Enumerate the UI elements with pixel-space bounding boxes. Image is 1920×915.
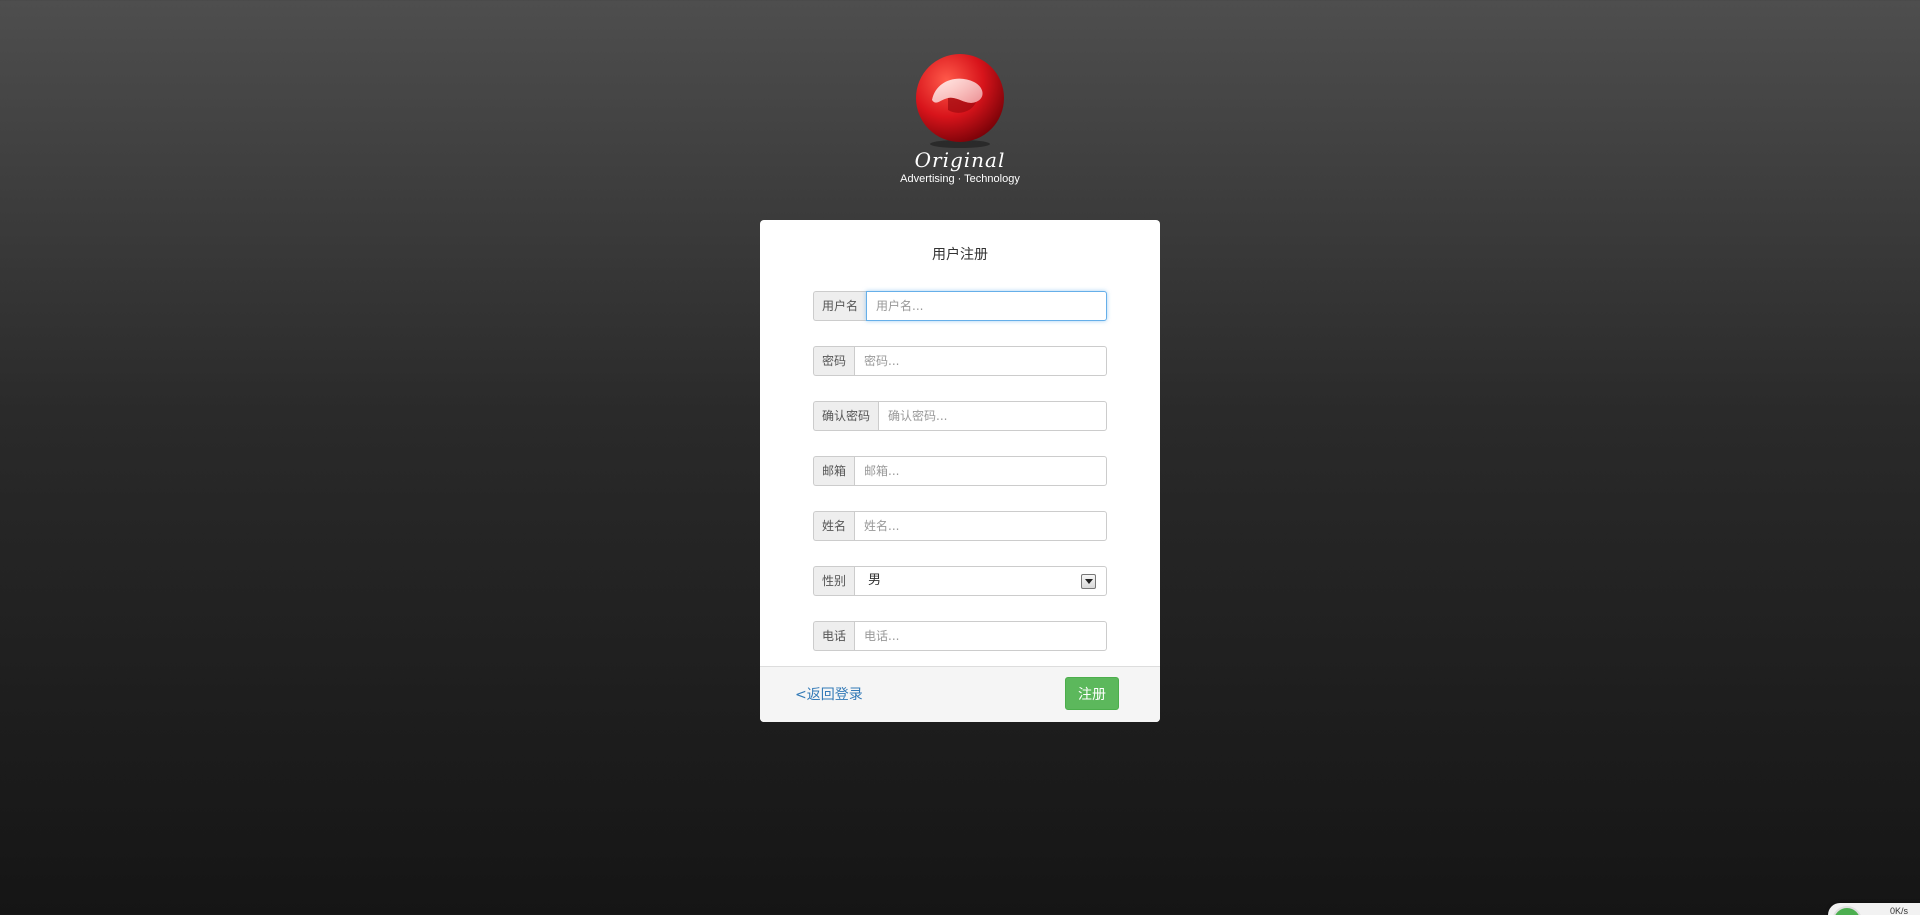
brand-name: Original [914,148,1006,172]
name-group: 姓名 [813,511,1107,541]
register-card: 用户注册 用户名 密码 确认密码 邮箱 姓名 性别 男 电话 <返回登录 注册 [760,220,1160,722]
form-footer: <返回登录 注册 [760,666,1160,722]
gender-label: 性别 [813,566,855,596]
phone-input[interactable] [854,621,1107,651]
confirm-password-label: 确认密码 [813,401,879,431]
phone-label: 电话 [813,621,855,651]
brand-tagline: Advertising · Technology [900,173,1020,185]
password-label: 密码 [813,346,855,376]
email-group: 邮箱 [813,456,1107,486]
username-label: 用户名 [813,291,867,321]
password-group: 密码 [813,346,1107,376]
chevron-down-icon[interactable] [1081,574,1096,589]
gender-selected-value: 男 [868,573,882,588]
register-button[interactable]: 注册 [1065,677,1119,710]
brand-mark-icon [916,54,1004,148]
confirm-password-input[interactable] [878,401,1107,431]
name-label: 姓名 [813,511,855,541]
email-input[interactable] [854,456,1107,486]
form-title: 用户注册 [932,247,988,263]
gender-select[interactable]: 男 [854,566,1107,596]
confirm-password-group: 确认密码 [813,401,1107,431]
network-speed-widget[interactable]: 0K/s [1828,903,1920,915]
brand-logo: Original Advertising · Technology [890,52,1030,198]
gender-group: 性别 男 [813,566,1107,596]
speed-gauge-icon [1832,906,1862,915]
back-to-login-link[interactable]: <返回登录 [795,684,863,704]
phone-group: 电话 [813,621,1107,651]
email-label: 邮箱 [813,456,855,486]
network-speed-text: 0K/s [1890,906,1909,915]
name-input[interactable] [854,511,1107,541]
username-input[interactable] [866,291,1107,321]
username-group: 用户名 [813,291,1107,321]
password-input[interactable] [854,346,1107,376]
